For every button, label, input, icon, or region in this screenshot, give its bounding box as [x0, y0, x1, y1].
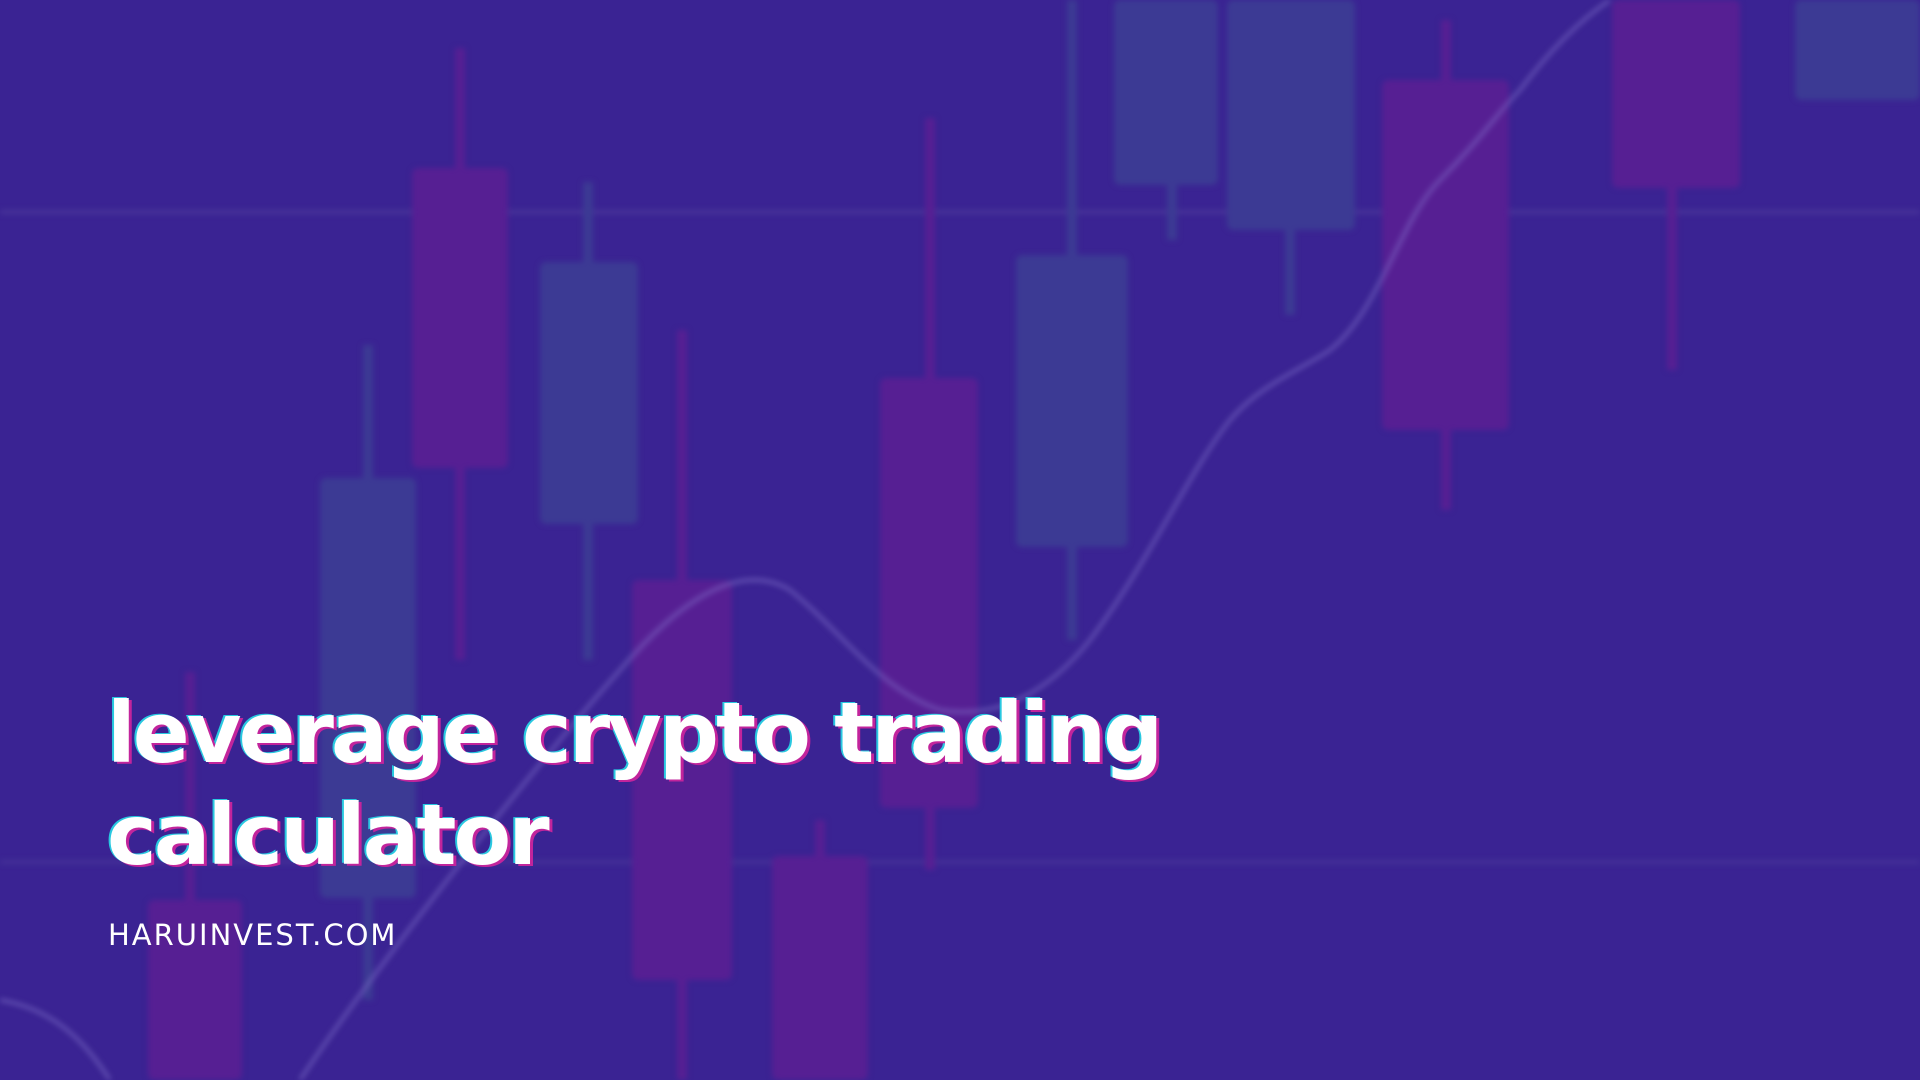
- banner-title-line: leverage crypto trading: [107, 684, 1163, 782]
- banner-title-line: calculator: [107, 786, 550, 884]
- banner: leverage crypto trading calculator HARUI…: [0, 0, 1920, 1080]
- banner-title: leverage crypto trading calculator: [107, 682, 1307, 886]
- site-domain: HARUINVEST.COM: [108, 918, 398, 952]
